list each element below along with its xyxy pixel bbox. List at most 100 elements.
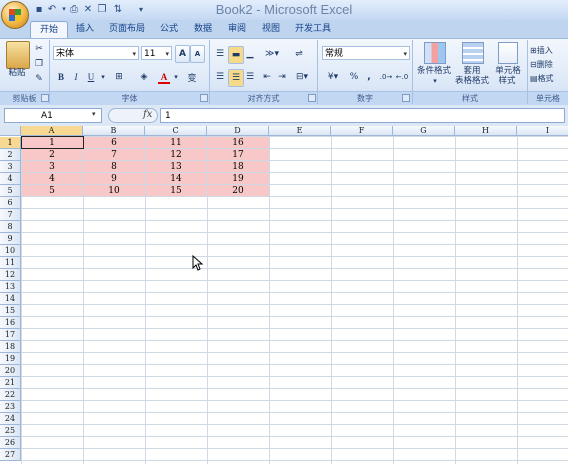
comma-button[interactable]: , <box>364 69 374 85</box>
column-header-i[interactable]: I <box>517 126 568 136</box>
row-header-2[interactable]: 2 <box>0 149 21 161</box>
tab-view[interactable]: 视图 <box>256 21 286 38</box>
row-header-7[interactable]: 7 <box>0 209 21 221</box>
cell-c1[interactable]: 11 <box>145 137 207 149</box>
column-header-c[interactable]: C <box>145 126 207 136</box>
increase-indent-icon[interactable]: ⇥ <box>275 69 289 85</box>
column-header-a[interactable]: A <box>21 126 83 136</box>
align-center-icon[interactable]: ☰ <box>228 69 244 87</box>
borders-icon[interactable]: ⊞ <box>110 69 128 85</box>
cell-a4[interactable]: 4 <box>21 173 83 185</box>
cell-a5[interactable]: 5 <box>21 185 83 197</box>
currency-icon[interactable]: ¥▾ <box>323 69 343 85</box>
number-launcher-icon[interactable] <box>402 94 410 102</box>
shrink-font-button[interactable]: A <box>190 45 205 63</box>
number-format-select[interactable]: 常规 ▾ <box>322 46 410 60</box>
chevron-down-icon[interactable]: ▾ <box>92 110 96 118</box>
row-header-8[interactable]: 8 <box>0 221 21 233</box>
cut-icon[interactable]: ✂ <box>33 41 45 57</box>
row-header-5[interactable]: 5 <box>0 185 21 197</box>
row-header-24[interactable]: 24 <box>0 413 21 425</box>
cell-d2[interactable]: 17 <box>207 149 269 161</box>
row-header-26[interactable]: 26 <box>0 437 21 449</box>
increase-decimal-icon[interactable]: .0→ <box>379 69 393 85</box>
wrap-text-icon[interactable]: ⇌ <box>292 46 306 62</box>
row-header-17[interactable]: 17 <box>0 329 21 341</box>
column-header-e[interactable]: E <box>269 126 331 136</box>
format-as-table-icon[interactable] <box>462 42 484 64</box>
cell-b1[interactable]: 6 <box>83 137 145 149</box>
column-header-b[interactable]: B <box>83 126 145 136</box>
copy-format-icon[interactable]: ❐ <box>33 56 45 72</box>
merge-center-icon[interactable]: ⊟▾ <box>292 69 312 85</box>
cell-d1[interactable]: 16 <box>207 137 269 149</box>
row-header-1[interactable]: 1 <box>0 137 21 149</box>
row-header-4[interactable]: 4 <box>0 173 21 185</box>
undo-icon[interactable]: ↶ <box>46 3 58 15</box>
row-header-23[interactable]: 23 <box>0 401 21 413</box>
font-family-select[interactable]: 宋体 ▾ <box>53 46 139 60</box>
row-header-12[interactable]: 12 <box>0 269 21 281</box>
italic-button[interactable]: I <box>70 69 82 85</box>
row-header-27[interactable]: 27 <box>0 449 21 461</box>
worksheet-grid[interactable]: ABCDEFGHIJ123456789101112131415161718192… <box>0 126 568 464</box>
underline-button[interactable]: U <box>85 69 97 85</box>
print-preview-icon[interactable]: ⎙ <box>68 3 80 15</box>
phonetic-button[interactable]: 变 <box>184 69 200 85</box>
row-header-9[interactable]: 9 <box>0 233 21 245</box>
tab-data[interactable]: 数据 <box>188 21 218 38</box>
bold-button[interactable]: B <box>55 69 67 85</box>
decrease-indent-icon[interactable]: ⇤ <box>260 69 274 85</box>
align-top-icon[interactable]: ☰ <box>213 46 227 62</box>
cell-d5[interactable]: 20 <box>207 185 269 197</box>
paste-icon[interactable] <box>6 41 30 69</box>
name-box[interactable]: A1 <box>4 108 102 123</box>
row-header-13[interactable]: 13 <box>0 281 21 293</box>
percent-button[interactable]: % <box>348 69 360 85</box>
conditional-formatting-icon[interactable] <box>424 42 446 64</box>
clipboard-launcher-icon[interactable] <box>41 94 49 102</box>
sort-icon[interactable]: ⇅ <box>112 3 124 15</box>
tab-page-layout[interactable]: 页面布局 <box>104 21 150 38</box>
format-painter-icon[interactable]: ✎ <box>33 71 45 87</box>
office-button[interactable] <box>1 1 29 29</box>
row-header-19[interactable]: 19 <box>0 353 21 365</box>
row-header-11[interactable]: 11 <box>0 257 21 269</box>
copy-icon[interactable]: ❐ <box>96 3 108 15</box>
column-header-d[interactable]: D <box>207 126 269 136</box>
underline-dropdown-icon[interactable]: ▾ <box>99 69 107 85</box>
tab-review[interactable]: 审阅 <box>222 21 252 38</box>
format-cells-button[interactable]: ▤ 格式 <box>530 70 566 86</box>
align-left-icon[interactable]: ☰ <box>213 69 227 85</box>
align-bottom-icon[interactable]: ▁ <box>243 46 257 62</box>
grow-font-button[interactable]: A <box>175 45 190 63</box>
row-header-15[interactable]: 15 <box>0 305 21 317</box>
row-header-25[interactable]: 25 <box>0 425 21 437</box>
font-color-dropdown-icon[interactable]: ▾ <box>172 69 180 85</box>
cell-a3[interactable]: 3 <box>21 161 83 173</box>
decrease-decimal-icon[interactable]: ←.0 <box>395 69 409 85</box>
font-launcher-icon[interactable] <box>200 94 208 102</box>
delete-icon[interactable]: ✕ <box>82 3 94 15</box>
row-header-22[interactable]: 22 <box>0 389 21 401</box>
align-right-icon[interactable]: ☰ <box>243 69 257 85</box>
row-header-20[interactable]: 20 <box>0 365 21 377</box>
save-icon[interactable]: ▪ <box>33 3 45 15</box>
row-header-16[interactable]: 16 <box>0 317 21 329</box>
column-header-g[interactable]: G <box>393 126 455 136</box>
cell-d4[interactable]: 19 <box>207 173 269 185</box>
font-size-select[interactable]: 11 ▾ <box>141 46 172 60</box>
orientation-icon[interactable]: ≫▾ <box>261 46 283 62</box>
cell-b5[interactable]: 10 <box>83 185 145 197</box>
cell-c4[interactable]: 14 <box>145 173 207 185</box>
cell-a2[interactable]: 2 <box>21 149 83 161</box>
fill-color-icon[interactable]: ◈ <box>135 69 153 85</box>
column-header-f[interactable]: F <box>331 126 393 136</box>
tab-home[interactable]: 开始 <box>30 21 68 39</box>
cell-d3[interactable]: 18 <box>207 161 269 173</box>
cell-styles-icon[interactable] <box>498 42 518 64</box>
insert-function-button[interactable]: fx <box>143 109 152 120</box>
row-header-18[interactable]: 18 <box>0 341 21 353</box>
cell-b4[interactable]: 9 <box>83 173 145 185</box>
row-header-21[interactable]: 21 <box>0 377 21 389</box>
